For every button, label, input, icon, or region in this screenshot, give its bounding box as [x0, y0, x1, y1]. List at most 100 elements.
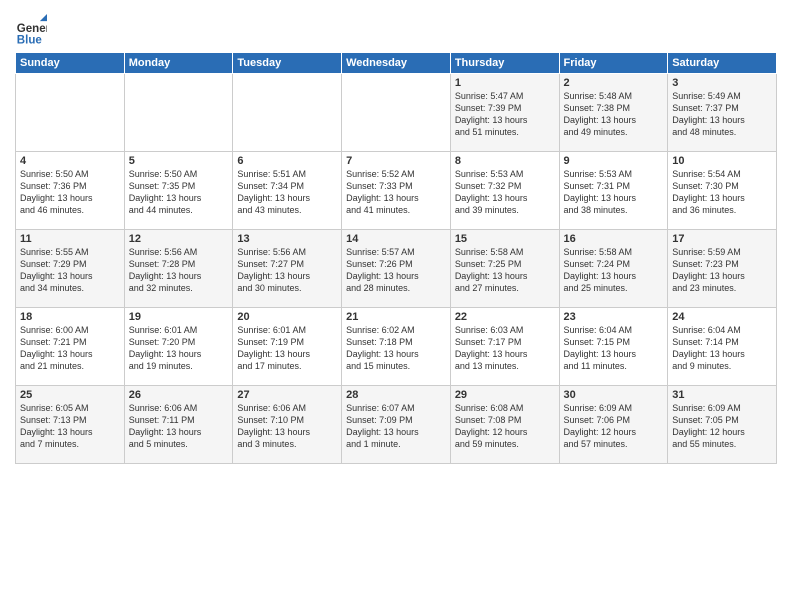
calendar-cell: 17Sunrise: 5:59 AM Sunset: 7:23 PM Dayli…	[668, 230, 777, 308]
day-info: Sunrise: 5:53 AM Sunset: 7:32 PM Dayligh…	[455, 168, 555, 217]
calendar-cell: 23Sunrise: 6:04 AM Sunset: 7:15 PM Dayli…	[559, 308, 668, 386]
day-info: Sunrise: 5:54 AM Sunset: 7:30 PM Dayligh…	[672, 168, 772, 217]
day-number: 29	[455, 389, 555, 401]
day-info: Sunrise: 6:04 AM Sunset: 7:15 PM Dayligh…	[564, 324, 664, 373]
day-number: 24	[672, 311, 772, 323]
calendar-cell: 8Sunrise: 5:53 AM Sunset: 7:32 PM Daylig…	[450, 152, 559, 230]
weekday-header-thursday: Thursday	[450, 53, 559, 74]
weekday-header-friday: Friday	[559, 53, 668, 74]
calendar-cell: 19Sunrise: 6:01 AM Sunset: 7:20 PM Dayli…	[124, 308, 233, 386]
day-info: Sunrise: 5:57 AM Sunset: 7:26 PM Dayligh…	[346, 246, 446, 295]
day-info: Sunrise: 5:51 AM Sunset: 7:34 PM Dayligh…	[237, 168, 337, 217]
day-number: 19	[129, 311, 229, 323]
calendar-cell	[233, 74, 342, 152]
calendar-week-row: 11Sunrise: 5:55 AM Sunset: 7:29 PM Dayli…	[16, 230, 777, 308]
calendar-week-row: 1Sunrise: 5:47 AM Sunset: 7:39 PM Daylig…	[16, 74, 777, 152]
day-number: 5	[129, 155, 229, 167]
weekday-header-wednesday: Wednesday	[342, 53, 451, 74]
calendar-cell: 2Sunrise: 5:48 AM Sunset: 7:38 PM Daylig…	[559, 74, 668, 152]
day-number: 16	[564, 233, 664, 245]
day-info: Sunrise: 5:56 AM Sunset: 7:27 PM Dayligh…	[237, 246, 337, 295]
calendar-cell: 29Sunrise: 6:08 AM Sunset: 7:08 PM Dayli…	[450, 386, 559, 464]
day-number: 14	[346, 233, 446, 245]
calendar-week-row: 18Sunrise: 6:00 AM Sunset: 7:21 PM Dayli…	[16, 308, 777, 386]
day-number: 12	[129, 233, 229, 245]
day-info: Sunrise: 5:49 AM Sunset: 7:37 PM Dayligh…	[672, 90, 772, 139]
day-info: Sunrise: 6:03 AM Sunset: 7:17 PM Dayligh…	[455, 324, 555, 373]
day-number: 25	[20, 389, 120, 401]
weekday-header-tuesday: Tuesday	[233, 53, 342, 74]
day-info: Sunrise: 5:47 AM Sunset: 7:39 PM Dayligh…	[455, 90, 555, 139]
day-number: 6	[237, 155, 337, 167]
day-number: 13	[237, 233, 337, 245]
day-number: 11	[20, 233, 120, 245]
calendar-week-row: 4Sunrise: 5:50 AM Sunset: 7:36 PM Daylig…	[16, 152, 777, 230]
svg-text:General: General	[17, 23, 47, 35]
calendar-cell: 24Sunrise: 6:04 AM Sunset: 7:14 PM Dayli…	[668, 308, 777, 386]
day-info: Sunrise: 5:52 AM Sunset: 7:33 PM Dayligh…	[346, 168, 446, 217]
day-info: Sunrise: 5:58 AM Sunset: 7:24 PM Dayligh…	[564, 246, 664, 295]
day-info: Sunrise: 5:59 AM Sunset: 7:23 PM Dayligh…	[672, 246, 772, 295]
calendar-cell: 15Sunrise: 5:58 AM Sunset: 7:25 PM Dayli…	[450, 230, 559, 308]
day-info: Sunrise: 6:01 AM Sunset: 7:19 PM Dayligh…	[237, 324, 337, 373]
day-number: 4	[20, 155, 120, 167]
calendar-cell: 9Sunrise: 5:53 AM Sunset: 7:31 PM Daylig…	[559, 152, 668, 230]
day-number: 28	[346, 389, 446, 401]
calendar-cell: 10Sunrise: 5:54 AM Sunset: 7:30 PM Dayli…	[668, 152, 777, 230]
calendar-cell: 28Sunrise: 6:07 AM Sunset: 7:09 PM Dayli…	[342, 386, 451, 464]
day-info: Sunrise: 5:53 AM Sunset: 7:31 PM Dayligh…	[564, 168, 664, 217]
day-info: Sunrise: 6:08 AM Sunset: 7:08 PM Dayligh…	[455, 402, 555, 451]
weekday-header-sunday: Sunday	[16, 53, 125, 74]
day-number: 10	[672, 155, 772, 167]
calendar-week-row: 25Sunrise: 6:05 AM Sunset: 7:13 PM Dayli…	[16, 386, 777, 464]
day-number: 30	[564, 389, 664, 401]
day-number: 20	[237, 311, 337, 323]
day-number: 2	[564, 77, 664, 89]
day-number: 27	[237, 389, 337, 401]
day-number: 22	[455, 311, 555, 323]
day-info: Sunrise: 6:00 AM Sunset: 7:21 PM Dayligh…	[20, 324, 120, 373]
calendar-header-row: SundayMondayTuesdayWednesdayThursdayFrid…	[16, 53, 777, 74]
day-number: 1	[455, 77, 555, 89]
calendar-cell: 14Sunrise: 5:57 AM Sunset: 7:26 PM Dayli…	[342, 230, 451, 308]
day-number: 26	[129, 389, 229, 401]
day-number: 15	[455, 233, 555, 245]
weekday-header-monday: Monday	[124, 53, 233, 74]
day-number: 21	[346, 311, 446, 323]
day-info: Sunrise: 6:09 AM Sunset: 7:06 PM Dayligh…	[564, 402, 664, 451]
calendar-cell: 20Sunrise: 6:01 AM Sunset: 7:19 PM Dayli…	[233, 308, 342, 386]
weekday-header-saturday: Saturday	[668, 53, 777, 74]
calendar-cell: 30Sunrise: 6:09 AM Sunset: 7:06 PM Dayli…	[559, 386, 668, 464]
calendar-cell: 31Sunrise: 6:09 AM Sunset: 7:05 PM Dayli…	[668, 386, 777, 464]
calendar-cell: 13Sunrise: 5:56 AM Sunset: 7:27 PM Dayli…	[233, 230, 342, 308]
calendar-cell: 18Sunrise: 6:00 AM Sunset: 7:21 PM Dayli…	[16, 308, 125, 386]
day-info: Sunrise: 5:50 AM Sunset: 7:35 PM Dayligh…	[129, 168, 229, 217]
calendar-cell: 4Sunrise: 5:50 AM Sunset: 7:36 PM Daylig…	[16, 152, 125, 230]
day-info: Sunrise: 6:02 AM Sunset: 7:18 PM Dayligh…	[346, 324, 446, 373]
day-number: 23	[564, 311, 664, 323]
calendar-cell: 26Sunrise: 6:06 AM Sunset: 7:11 PM Dayli…	[124, 386, 233, 464]
day-number: 7	[346, 155, 446, 167]
calendar-cell	[342, 74, 451, 152]
day-info: Sunrise: 6:04 AM Sunset: 7:14 PM Dayligh…	[672, 324, 772, 373]
calendar-cell: 11Sunrise: 5:55 AM Sunset: 7:29 PM Dayli…	[16, 230, 125, 308]
day-info: Sunrise: 6:07 AM Sunset: 7:09 PM Dayligh…	[346, 402, 446, 451]
day-info: Sunrise: 5:50 AM Sunset: 7:36 PM Dayligh…	[20, 168, 120, 217]
day-number: 9	[564, 155, 664, 167]
calendar-cell	[16, 74, 125, 152]
day-info: Sunrise: 5:56 AM Sunset: 7:28 PM Dayligh…	[129, 246, 229, 295]
day-number: 3	[672, 77, 772, 89]
calendar-cell: 27Sunrise: 6:06 AM Sunset: 7:10 PM Dayli…	[233, 386, 342, 464]
calendar-cell: 12Sunrise: 5:56 AM Sunset: 7:28 PM Dayli…	[124, 230, 233, 308]
day-number: 8	[455, 155, 555, 167]
calendar-cell: 3Sunrise: 5:49 AM Sunset: 7:37 PM Daylig…	[668, 74, 777, 152]
logo: General Blue	[15, 14, 49, 46]
svg-text:Blue: Blue	[17, 34, 43, 46]
day-number: 18	[20, 311, 120, 323]
calendar-cell: 16Sunrise: 5:58 AM Sunset: 7:24 PM Dayli…	[559, 230, 668, 308]
day-info: Sunrise: 6:09 AM Sunset: 7:05 PM Dayligh…	[672, 402, 772, 451]
day-info: Sunrise: 5:48 AM Sunset: 7:38 PM Dayligh…	[564, 90, 664, 139]
day-info: Sunrise: 6:01 AM Sunset: 7:20 PM Dayligh…	[129, 324, 229, 373]
calendar-cell: 5Sunrise: 5:50 AM Sunset: 7:35 PM Daylig…	[124, 152, 233, 230]
day-info: Sunrise: 6:05 AM Sunset: 7:13 PM Dayligh…	[20, 402, 120, 451]
